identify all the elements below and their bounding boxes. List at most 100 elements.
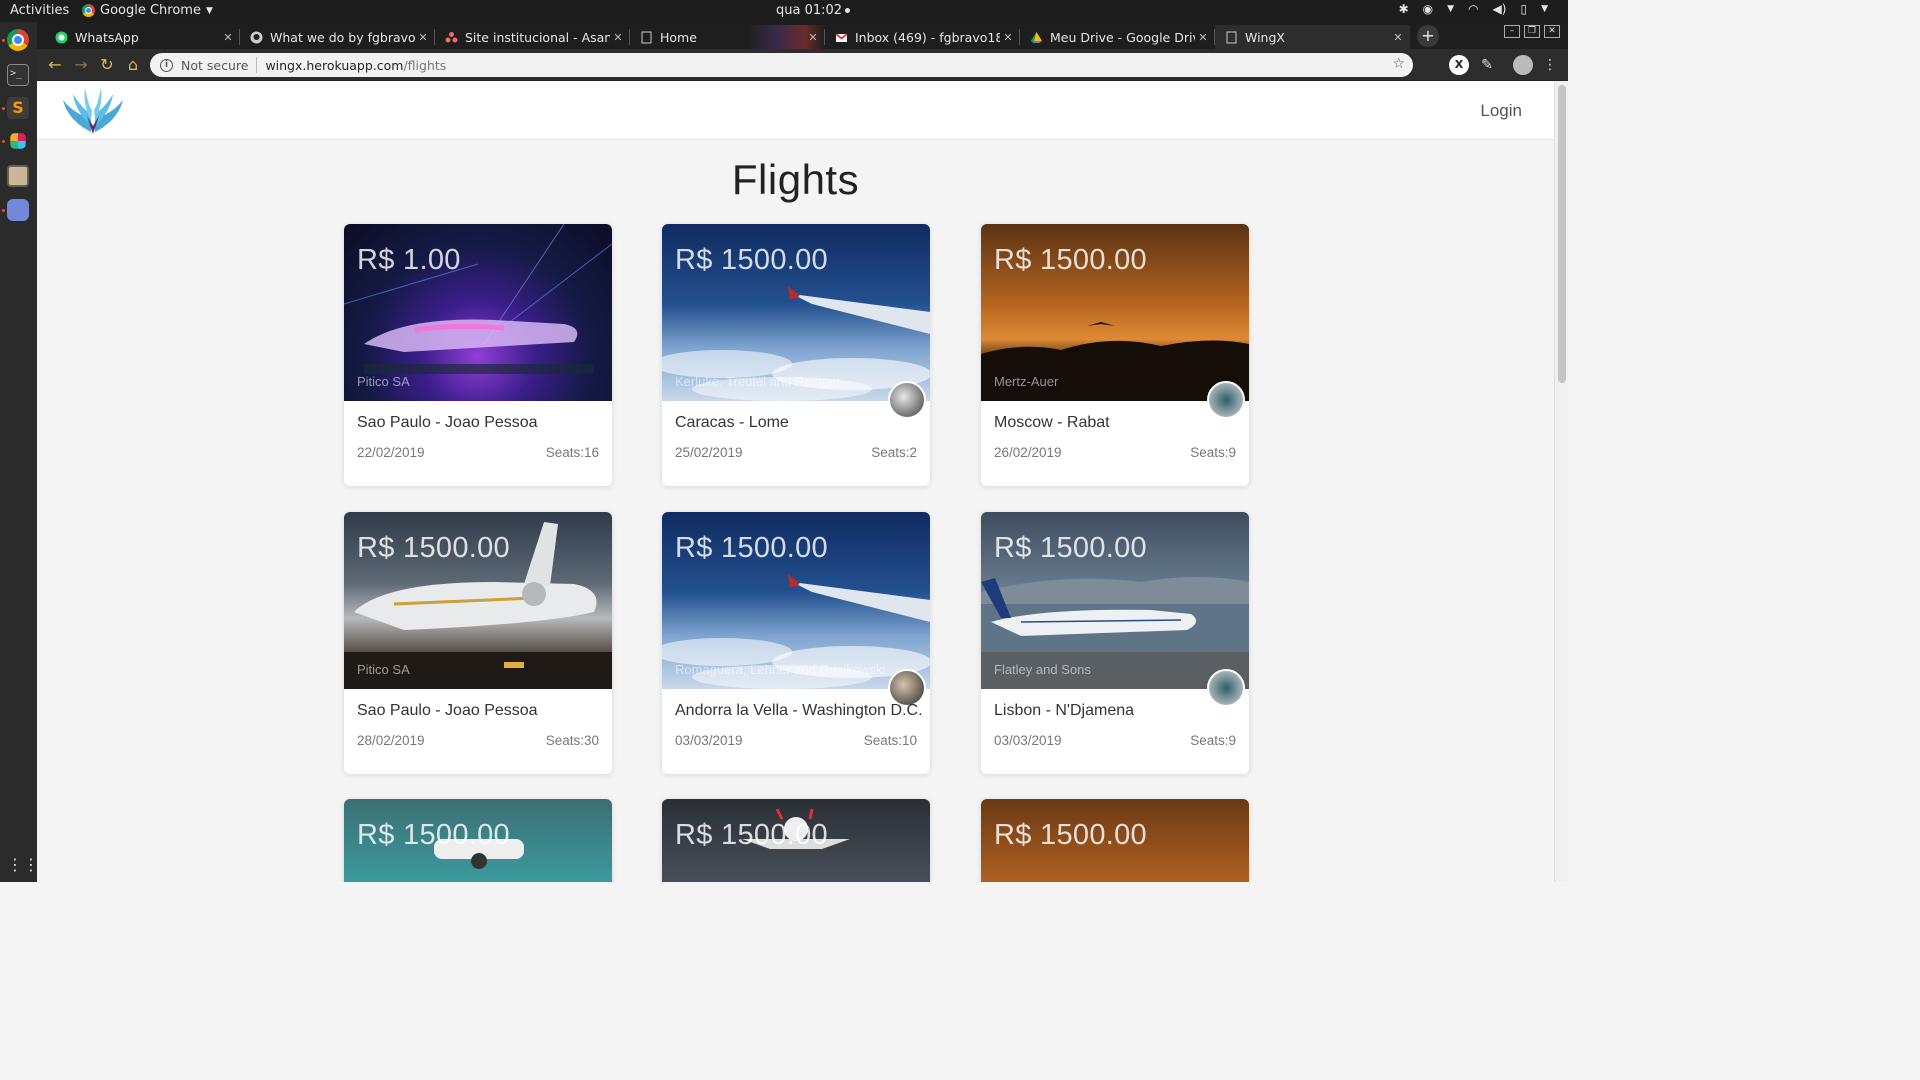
login-link[interactable]: Login [1480, 101, 1522, 121]
close-icon[interactable]: ✕ [1195, 31, 1211, 44]
flight-card[interactable]: R$ 1500.00 [344, 799, 612, 882]
close-icon[interactable]: ✕ [1390, 31, 1406, 44]
pilot-avatar [888, 381, 926, 419]
close-icon[interactable]: ✕ [805, 31, 821, 44]
browser-toolbar: ← → ↻ ⌂ i Not secure wingx.herokuapp.com… [37, 49, 1568, 81]
close-icon[interactable]: ✕ [610, 31, 626, 44]
terminal-icon[interactable]: >_ [7, 64, 29, 86]
close-icon[interactable]: ✕ [220, 31, 236, 44]
tab-wingx[interactable]: WingX ✕ [1215, 25, 1410, 49]
flight-image: R$ 1500.00 Kerluke, Treutel and Reinger [662, 224, 930, 401]
flight-price: R$ 1.00 [357, 244, 461, 276]
flight-date: 25/02/2019 [675, 445, 743, 460]
flight-price: R$ 1500.00 [994, 532, 1147, 564]
extension-pen-icon[interactable]: ✎ [1477, 55, 1497, 75]
extension-x-icon[interactable]: X [1449, 55, 1469, 75]
running-indicator-icon [2, 209, 5, 212]
flight-image: R$ 1500.00 Pitico SA [344, 512, 612, 689]
flight-seats: Seats:16 [545, 445, 599, 460]
home-icon[interactable]: ⌂ [123, 55, 143, 75]
tab-google-drive[interactable]: Meu Drive - Google Drive ✕ [1020, 25, 1215, 49]
new-tab-button[interactable]: + [1417, 25, 1439, 47]
flight-date: 22/02/2019 [357, 445, 425, 460]
slack-icon[interactable] [10, 133, 26, 149]
drive-icon [1030, 31, 1043, 44]
dropdown-arrow-icon: ▼ [205, 5, 213, 16]
activities-button[interactable]: Activities [10, 3, 69, 18]
airline-name: Flatley and Sons [994, 662, 1091, 677]
tab-whatsapp[interactable]: WhatsApp ✕ [45, 25, 240, 49]
running-indicator-icon [2, 39, 5, 42]
discord-icon[interactable] [7, 199, 29, 221]
reload-icon[interactable]: ↻ [97, 55, 117, 75]
page-scrollbar[interactable] [1554, 81, 1568, 882]
security-label: Not secure [181, 57, 249, 73]
address-bar[interactable]: i Not secure wingx.herokuapp.com/flights… [150, 53, 1413, 77]
flight-image: R$ 1500.00 [981, 799, 1249, 882]
url-path: /flights [403, 57, 447, 73]
chrome-icon[interactable] [7, 29, 29, 51]
flight-image: R$ 1500.00 [662, 799, 930, 882]
tray-dropdown-icon[interactable]: ▼ [1447, 4, 1454, 14]
flight-price: R$ 1500.00 [675, 244, 828, 276]
tab-github[interactable]: What we do by fgbravo · F ✕ [240, 25, 435, 49]
airline-name: Pitico SA [357, 374, 410, 389]
battery-icon[interactable]: ▯ [1520, 2, 1527, 16]
profile-avatar[interactable] [1513, 55, 1533, 75]
flight-price: R$ 1500.00 [357, 532, 510, 564]
flight-card[interactable]: R$ 1500.00 Romaguera, Lehner and Gusikow… [662, 512, 930, 774]
flight-card[interactable]: R$ 1500.00 [662, 799, 930, 882]
flight-price: R$ 1500.00 [994, 819, 1147, 851]
bookmark-star-icon[interactable]: ☆ [1392, 56, 1405, 72]
close-window-icon[interactable]: ✕ [1544, 25, 1560, 38]
scrollbar-thumb[interactable] [1558, 85, 1566, 383]
github-icon [250, 31, 263, 44]
page-viewport: Login Flights R$ 1.00 Pitico SA Sao Paul… [37, 81, 1568, 882]
pilot-avatar [1207, 669, 1245, 707]
files-icon[interactable] [7, 165, 29, 187]
site-info-icon[interactable]: i [160, 58, 173, 72]
wifi-icon[interactable]: ◠ [1468, 2, 1478, 16]
app-menu[interactable]: Google Chrome ▼ [82, 3, 213, 18]
flight-card[interactable]: R$ 1500.00 Pitico SA Sao Paulo - Joao Pe… [344, 512, 612, 774]
flight-image: R$ 1500.00 Romaguera, Lehner and Gusikow… [662, 512, 930, 689]
show-applications-icon[interactable]: ⋮⋮⋮ [7, 854, 55, 876]
close-icon[interactable]: ✕ [415, 31, 431, 44]
sublime-text-icon[interactable]: S [7, 97, 29, 119]
flight-image: R$ 1.00 Pitico SA [344, 224, 612, 401]
maximize-icon[interactable]: ❐ [1524, 25, 1540, 38]
forward-arrow-icon[interactable]: → [71, 55, 91, 75]
pilot-avatar [1207, 381, 1245, 419]
flight-date: 03/03/2019 [675, 733, 743, 748]
minimize-icon[interactable]: – [1504, 25, 1520, 38]
flight-route: Lisbon - N'Djamena [994, 702, 1135, 719]
flight-card[interactable]: R$ 1500.00 Kerluke, Treutel and Reinger … [662, 224, 930, 486]
flight-date: 26/02/2019 [994, 445, 1062, 460]
flight-card[interactable]: R$ 1500.00 Mertz-Auer Moscow - Rabat 26/… [981, 224, 1249, 486]
back-arrow-icon[interactable]: ← [45, 55, 65, 75]
system-tray[interactable]: ✱ ◉ ▼ ◠ ◀) ▯ ▼ [1399, 2, 1548, 16]
url-host: wingx.herokuapp.com [265, 57, 404, 73]
flight-card[interactable]: R$ 1.00 Pitico SA Sao Paulo - Joao Pesso… [344, 224, 612, 486]
flight-image: R$ 1500.00 [344, 799, 612, 882]
system-menu-arrow-icon[interactable]: ▼ [1541, 4, 1548, 14]
flight-card[interactable]: R$ 1500.00 Flatley and Sons Lisbon - N'D… [981, 512, 1249, 774]
volume-icon[interactable]: ◀) [1493, 2, 1507, 16]
notification-dot-icon [845, 8, 851, 13]
discord-tray-icon[interactable]: ◉ [1423, 2, 1433, 16]
asana-icon [445, 31, 458, 44]
flight-price: R$ 1500.00 [675, 819, 828, 851]
tab-asana[interactable]: Site institucional - Asana ✕ [435, 25, 630, 49]
omnibox-divider [256, 57, 258, 73]
chrome-menu-icon[interactable]: ⋮ [1540, 55, 1560, 75]
slack-tray-icon[interactable]: ✱ [1399, 2, 1409, 16]
app-menu-label: Google Chrome [100, 3, 201, 18]
close-icon[interactable]: ✕ [1000, 31, 1016, 44]
running-indicator-icon [2, 107, 5, 110]
tab-home[interactable]: Home ✕ [630, 25, 825, 49]
flight-card[interactable]: R$ 1500.00 [981, 799, 1249, 882]
page-icon [640, 31, 653, 44]
wingx-logo-icon[interactable] [61, 86, 125, 136]
tab-gmail[interactable]: Inbox (469) - fgbravo188@ ✕ [825, 25, 1020, 49]
clock[interactable]: qua 01:02 [776, 3, 851, 18]
